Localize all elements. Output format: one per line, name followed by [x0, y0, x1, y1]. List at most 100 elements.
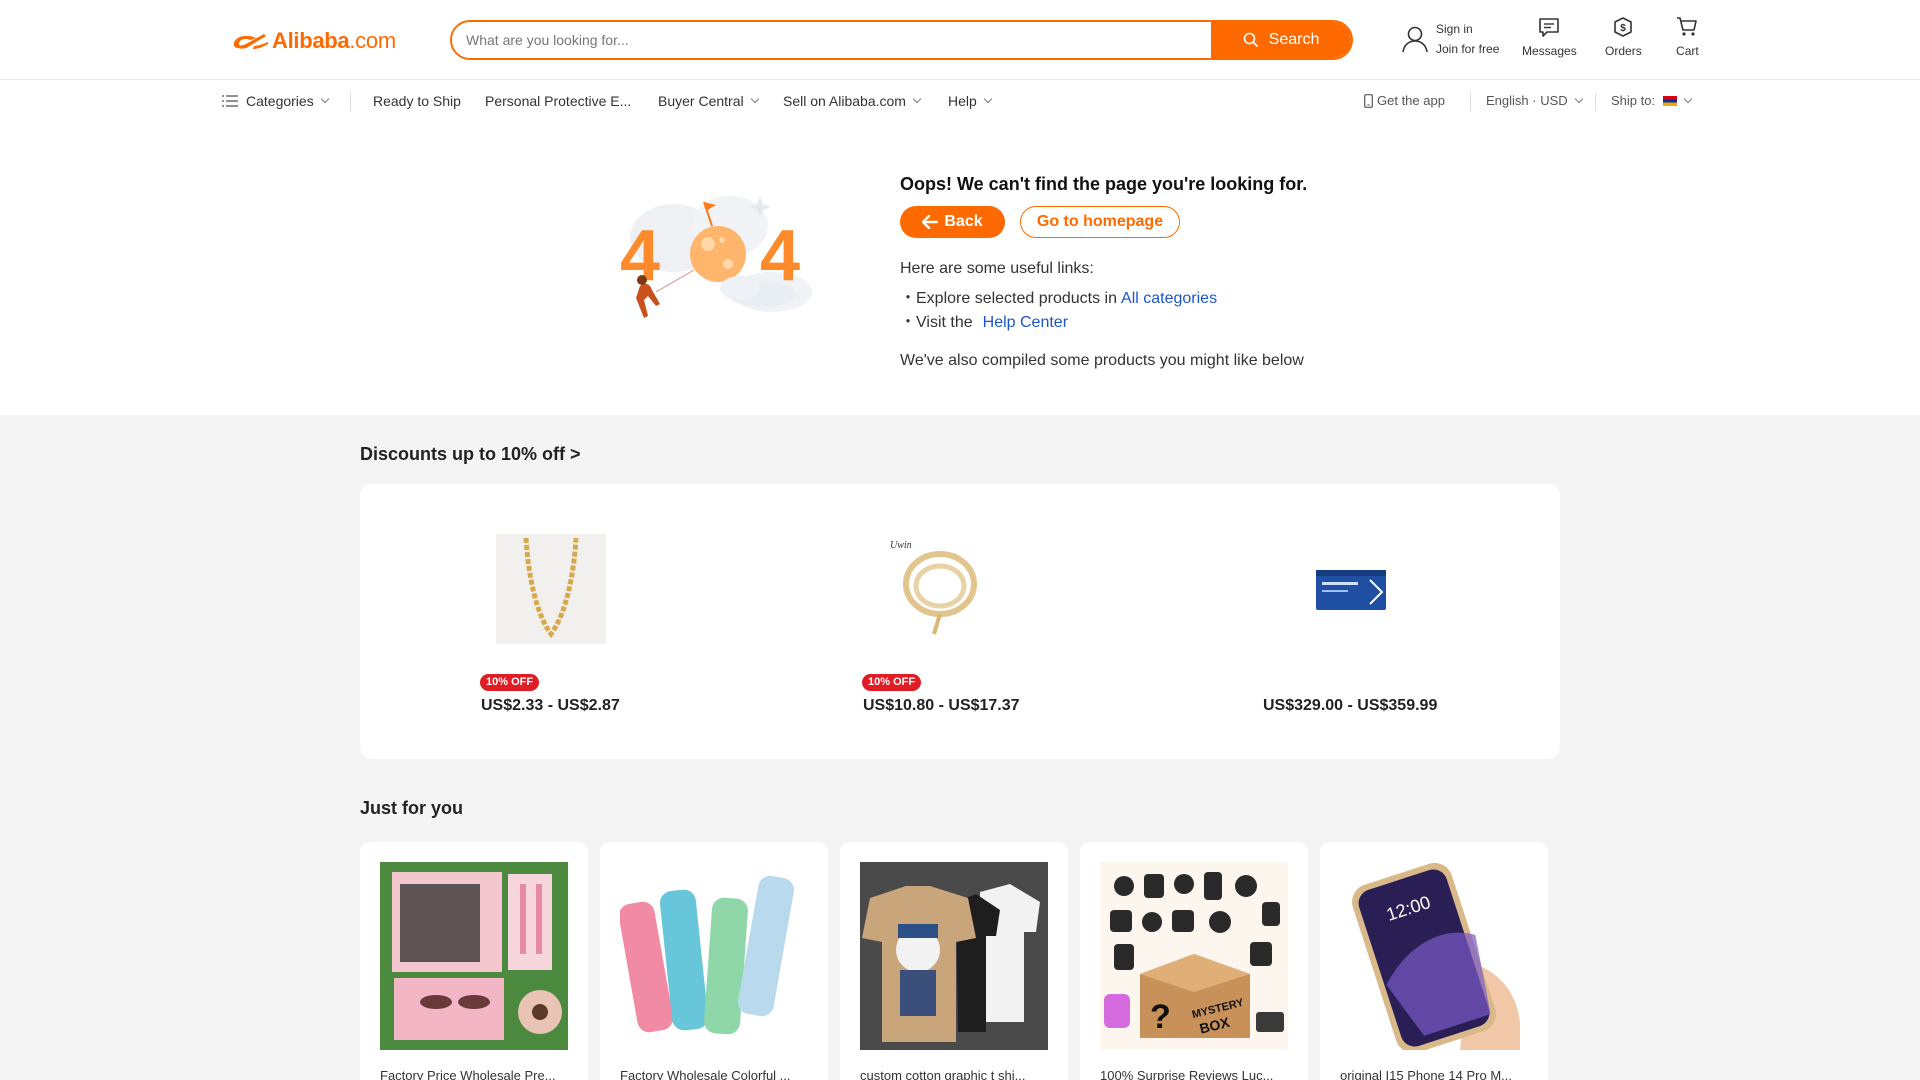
get-app-label: Get the app [1377, 93, 1445, 108]
deal-image-tennis-chain[interactable]: Uwin [890, 534, 1000, 644]
orders-button[interactable]: $ Orders [1591, 16, 1655, 64]
error-title: Oops! We can't find the page you're look… [900, 174, 1308, 194]
svg-text:Uwin: Uwin [890, 540, 912, 551]
deal-price[interactable]: US$2.33 - US$2.87 [481, 697, 620, 715]
all-categories-link[interactable]: All categories [1121, 290, 1217, 307]
product-card[interactable]: ? MYSTERY BOX 100% Surprise Reviews Luc.… [1080, 842, 1308, 1080]
discounts-section-title[interactable]: Discounts up to 10% off > [360, 444, 581, 465]
categories-menu[interactable]: Categories [222, 93, 329, 109]
product-card[interactable]: Factory Wholesale Colorful ... [600, 842, 828, 1080]
logo-suffix: .com [349, 28, 396, 53]
go-to-homepage-button[interactable]: Go to homepage [1020, 206, 1180, 238]
join-free-label[interactable]: Join for free [1436, 39, 1499, 59]
ship-to-selector[interactable]: Ship to: [1611, 93, 1693, 108]
cart-label: Cart [1676, 44, 1699, 58]
orders-icon: $ [1614, 17, 1633, 37]
sign-in-button[interactable]: Sign in Join for free [1400, 14, 1499, 64]
smartphone-image: 12:00 [1352, 862, 1520, 1050]
phone-icon [1364, 93, 1373, 108]
visit-prefix: ・Visit the [900, 314, 973, 331]
buyer-central-label: Buyer Central [658, 93, 744, 109]
ready-to-ship-label: Ready to Ship [373, 93, 461, 109]
product-title: original I15 Phone 14 Pro M... [1340, 1068, 1512, 1080]
sell-menu[interactable]: Sell on Alibaba.com [783, 93, 922, 109]
product-image-phone: 12:00 [1340, 862, 1528, 1050]
help-menu[interactable]: Help [948, 93, 993, 109]
help-center-link[interactable]: Help Center [983, 314, 1068, 331]
search-bar: Search [450, 20, 1353, 60]
messages-label: Messages [1522, 44, 1577, 58]
gold-chain-icon [523, 537, 579, 639]
search-button-label: Search [1268, 31, 1320, 48]
buyer-central-menu[interactable]: Buyer Central [658, 93, 759, 109]
alibaba-logo-icon [233, 34, 268, 49]
product-image-bottles [620, 862, 808, 1050]
sub-navigation: Categories Ready to Ship Personal Protec… [0, 81, 1920, 123]
404-illustration: 4 4 [612, 182, 838, 352]
sign-in-label[interactable]: Sign in [1436, 19, 1499, 39]
divider [1595, 93, 1596, 111]
get-app-link[interactable]: Get the app [1364, 93, 1445, 108]
search-input[interactable] [452, 22, 1211, 58]
product-image-tshirt [860, 862, 1048, 1050]
explore-prefix: ・Explore selected products in [900, 290, 1118, 307]
product-title: custom cotton graphic t shi... [860, 1068, 1026, 1080]
arrow-left-icon [922, 215, 939, 229]
deal-image-gold-chain[interactable] [496, 534, 606, 644]
product-image-lash-kit [380, 862, 568, 1050]
svg-text:$: $ [1621, 23, 1627, 34]
water-bottles-image [620, 875, 794, 1035]
svg-text:?: ? [1150, 998, 1171, 1036]
lash-kit-image [380, 862, 568, 1050]
product-card[interactable]: 12:00 original I15 Phone 14 Pro M... [1320, 842, 1548, 1080]
header-actions: Sign in Join for free Messages $ Orders … [1400, 14, 1719, 64]
cart-icon [1677, 17, 1698, 36]
alibaba-logo[interactable]: Alibaba.com [230, 26, 396, 56]
chevron-down-icon [750, 94, 759, 104]
deal-badge: 10% OFF [480, 674, 540, 691]
explore-line: ・Explore selected products in All categor… [900, 284, 1217, 308]
deal-price[interactable]: US$329.00 - US$359.99 [1263, 697, 1437, 715]
tshirt-image [860, 862, 1048, 1050]
tennis-chain-icon: Uwin [890, 540, 977, 635]
deal-image-battery[interactable] [1314, 564, 1388, 614]
battery-icon [1316, 570, 1386, 610]
search-button[interactable]: Search [1211, 22, 1351, 58]
message-icon [1539, 18, 1560, 37]
top-header: Alibaba.com Search Sign in Join for free… [0, 0, 1920, 80]
product-card[interactable]: Factory Price Wholesale Pre... [360, 842, 588, 1080]
product-image-mystery-box: ? MYSTERY BOX [1100, 862, 1288, 1050]
divider [350, 93, 351, 111]
chevron-down-icon [320, 94, 329, 104]
product-title: Factory Price Wholesale Pre... [380, 1068, 556, 1080]
user-icon [1402, 26, 1428, 53]
language-currency-label: English · USD [1486, 93, 1568, 108]
mystery-box-image: ? MYSTERY BOX [1100, 862, 1288, 1050]
product-title: Factory Wholesale Colorful ... [620, 1068, 791, 1080]
discounts-card: 10% OFF US$2.33 - US$2.87 Uwin 10% OFF U… [360, 484, 1560, 759]
cart-button[interactable]: Cart [1655, 16, 1719, 64]
ppe-label: Personal Protective E... [485, 93, 632, 109]
404-planet-illustration: 4 4 [620, 196, 812, 318]
help-label: Help [948, 93, 977, 109]
search-icon [1243, 32, 1258, 48]
compiled-products-note: We've also compiled some products you mi… [900, 352, 1304, 369]
flag-icon [1663, 95, 1678, 106]
deal-badge: 10% OFF [862, 674, 922, 691]
visit-line: ・Visit the Help Center [900, 308, 1068, 332]
sell-label: Sell on Alibaba.com [783, 93, 906, 109]
language-currency-selector[interactable]: English · USD [1486, 93, 1583, 108]
chevron-down-icon [1574, 94, 1583, 103]
deal-price[interactable]: US$10.80 - US$17.37 [863, 697, 1020, 715]
back-button[interactable]: Back [900, 206, 1005, 238]
product-card[interactable]: custom cotton graphic t shi... [840, 842, 1068, 1080]
chevron-down-icon [1683, 94, 1693, 103]
ready-to-ship-link[interactable]: Ready to Ship [373, 93, 461, 109]
chevron-down-icon [912, 94, 922, 104]
logo-text: Alibaba [272, 28, 350, 53]
ppe-link[interactable]: Personal Protective E... [485, 93, 631, 109]
messages-button[interactable]: Messages [1517, 16, 1581, 64]
list-icon [222, 95, 238, 107]
orders-label: Orders [1605, 44, 1642, 58]
just-for-you-title: Just for you [360, 798, 464, 818]
